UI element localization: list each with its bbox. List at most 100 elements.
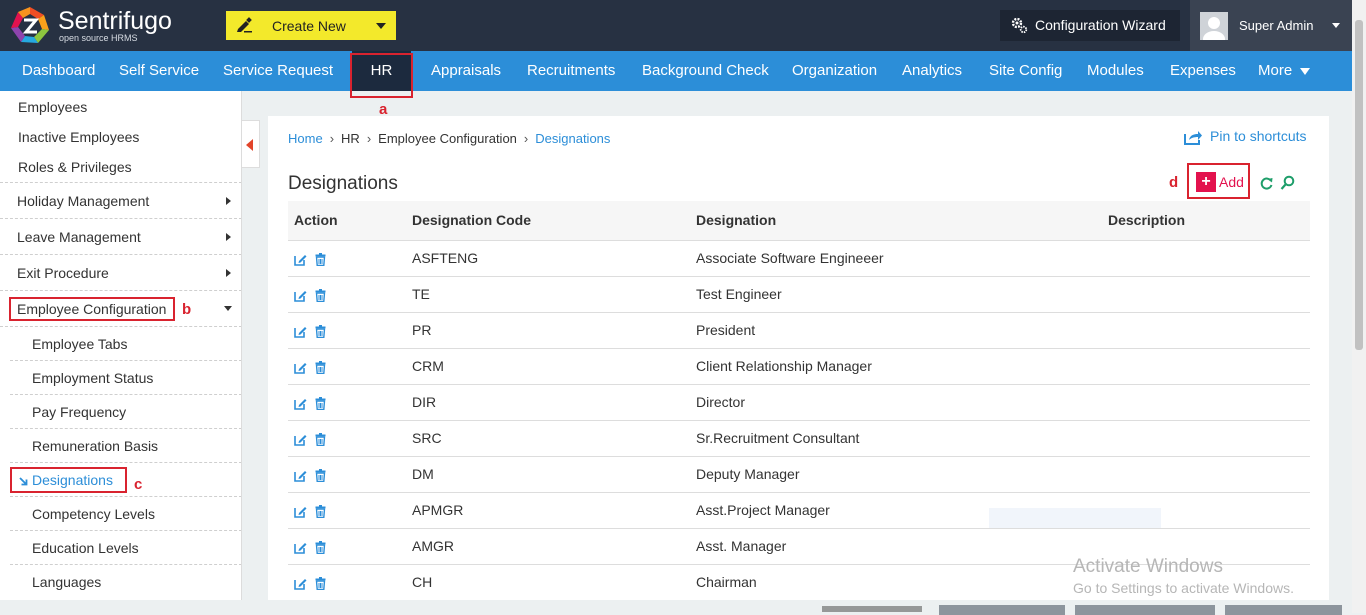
sidebar-item-inactive-employees[interactable]: Inactive Employees	[0, 129, 241, 149]
nav-modules[interactable]: Modules	[1087, 51, 1144, 91]
delete-icon[interactable]	[314, 324, 327, 338]
divider	[0, 182, 241, 183]
delete-icon[interactable]	[314, 252, 327, 266]
nav-more[interactable]: More	[1258, 51, 1311, 91]
delete-icon[interactable]	[314, 288, 327, 302]
breadcrumb-separator: ›	[329, 131, 335, 147]
breadcrumb-hr[interactable]: HR	[341, 131, 360, 146]
edit-icon[interactable]	[294, 325, 307, 338]
column-header-designation[interactable]: Designation	[696, 201, 1108, 241]
sidebar-item-label: Employment Status	[32, 370, 154, 386]
edit-icon[interactable]	[294, 253, 307, 266]
delete-icon[interactable]	[314, 360, 327, 374]
sidebar-item-employment-status[interactable]: Employment Status	[0, 370, 241, 390]
action-cell	[288, 240, 412, 277]
refresh-icon[interactable]	[1259, 176, 1274, 191]
action-cell	[288, 528, 412, 565]
top-bar: Sentrifugo open source HRMS Create New C…	[0, 0, 1352, 51]
divider	[10, 462, 241, 463]
sidebar-item-languages[interactable]: Languages	[0, 574, 241, 594]
edit-icon[interactable]	[294, 397, 307, 410]
breadcrumb-employee-configuration[interactable]: Employee Configuration	[378, 131, 517, 146]
create-new-button[interactable]: Create New	[226, 11, 396, 40]
designation-cell: Client Relationship Manager	[696, 348, 1108, 385]
action-cell	[288, 492, 412, 529]
delete-icon[interactable]	[314, 540, 327, 554]
footer-button[interactable]	[939, 605, 1065, 615]
sentrifugo-logo[interactable]: Sentrifugo open source HRMS	[10, 6, 190, 46]
sidebar-item-label: Designations	[32, 472, 113, 488]
designation-code-cell: DM	[412, 456, 696, 493]
sidebar-section-exit-procedure[interactable]: Exit Procedure	[0, 265, 241, 285]
breadcrumb-home[interactable]: Home	[288, 131, 323, 146]
designation-cell: Chairman	[696, 564, 1108, 601]
edit-icon[interactable]	[294, 289, 307, 302]
pin-to-shortcuts-label: Pin to shortcuts	[1210, 128, 1307, 144]
sidebar-item-designations[interactable]: Designations	[0, 472, 241, 492]
nav-background-check[interactable]: Background Check	[642, 51, 769, 91]
brand-tagline: open source HRMS	[59, 33, 138, 43]
annotation-label-c: c	[134, 476, 143, 493]
nav-self-service[interactable]: Self Service	[119, 51, 199, 91]
sidebar-item-employee-tabs[interactable]: Employee Tabs	[0, 336, 241, 356]
sidebar-item-education-levels[interactable]: Education Levels	[0, 540, 241, 560]
user-menu[interactable]: Super Admin	[1190, 0, 1352, 51]
sidebar-item-label: Inactive Employees	[18, 129, 140, 145]
column-header-description[interactable]: Description	[1108, 201, 1310, 241]
breadcrumb: Home › HR › Employee Configuration › Designati…	[288, 130, 610, 146]
nav-hr[interactable]: HR	[352, 51, 411, 91]
action-cell	[288, 384, 412, 421]
sidebar-item-employees[interactable]: Employees	[0, 99, 241, 119]
action-cell	[288, 420, 412, 457]
edit-icon[interactable]	[294, 577, 307, 590]
edit-icon[interactable]	[294, 505, 307, 518]
nav-recruitments[interactable]: Recruitments	[527, 51, 615, 91]
sidebar-item-label: Roles & Privileges	[18, 159, 132, 175]
designation-code-cell: CRM	[412, 348, 696, 385]
vertical-scrollbar[interactable]	[1352, 0, 1366, 613]
edit-icon[interactable]	[294, 433, 307, 446]
delete-icon[interactable]	[314, 432, 327, 446]
delete-icon[interactable]	[314, 576, 327, 590]
sidebar-item-label: Competency Levels	[32, 506, 155, 522]
description-cell	[1108, 312, 1310, 349]
sidebar-item-pay-frequency[interactable]: Pay Frequency	[0, 404, 241, 424]
edit-icon[interactable]	[294, 469, 307, 482]
sidebar-item-label: Remuneration Basis	[32, 438, 159, 454]
breadcrumb-separator: ›	[366, 131, 372, 147]
chevron-right-icon	[226, 197, 231, 205]
footer-button[interactable]	[1075, 605, 1215, 615]
nav-appraisals[interactable]: Appraisals	[431, 51, 501, 91]
nav-expenses[interactable]: Expenses	[1170, 51, 1236, 91]
scrollbar-thumb[interactable]	[1355, 20, 1363, 350]
divider	[10, 530, 241, 531]
delete-icon[interactable]	[314, 504, 327, 518]
sidebar-item-roles-privileges[interactable]: Roles & Privileges	[0, 159, 241, 179]
arrow-down-right-icon	[19, 477, 28, 486]
sidebar-item-competency-levels[interactable]: Competency Levels	[0, 506, 241, 526]
sidebar-item-remuneration-basis[interactable]: Remuneration Basis	[0, 438, 241, 458]
edit-icon[interactable]	[294, 361, 307, 374]
designation-cell: Deputy Manager	[696, 456, 1108, 493]
search-icon[interactable]	[1280, 175, 1295, 191]
delete-icon[interactable]	[314, 396, 327, 410]
nav-dashboard[interactable]: Dashboard	[22, 51, 95, 91]
nav-organization[interactable]: Organization	[792, 51, 877, 91]
designation-cell: Asst. Manager	[696, 528, 1108, 565]
configuration-wizard-button[interactable]: Configuration Wizard	[1000, 10, 1180, 41]
column-header-designation-code[interactable]: Designation Code	[412, 201, 696, 241]
sidebar-section-leave-management[interactable]: Leave Management	[0, 229, 241, 249]
sidebar-item-label: Employee Tabs	[32, 336, 128, 352]
sidebar-section-holiday-management[interactable]: Holiday Management	[0, 193, 241, 213]
footer-button[interactable]	[1225, 605, 1342, 615]
pin-to-shortcuts-link[interactable]: Pin to shortcuts	[1184, 128, 1307, 145]
edit-icon[interactable]	[294, 541, 307, 554]
delete-icon[interactable]	[314, 468, 327, 482]
nav-analytics[interactable]: Analytics	[902, 51, 962, 91]
divider	[0, 254, 241, 255]
chevron-right-icon	[226, 233, 231, 241]
nav-service-request[interactable]: Service Request	[223, 51, 333, 91]
sidebar-collapse-toggle[interactable]	[242, 120, 260, 168]
nav-site-config[interactable]: Site Config	[989, 51, 1062, 91]
sidebar-section-employee-configuration[interactable]: Employee Configuration	[0, 301, 241, 321]
